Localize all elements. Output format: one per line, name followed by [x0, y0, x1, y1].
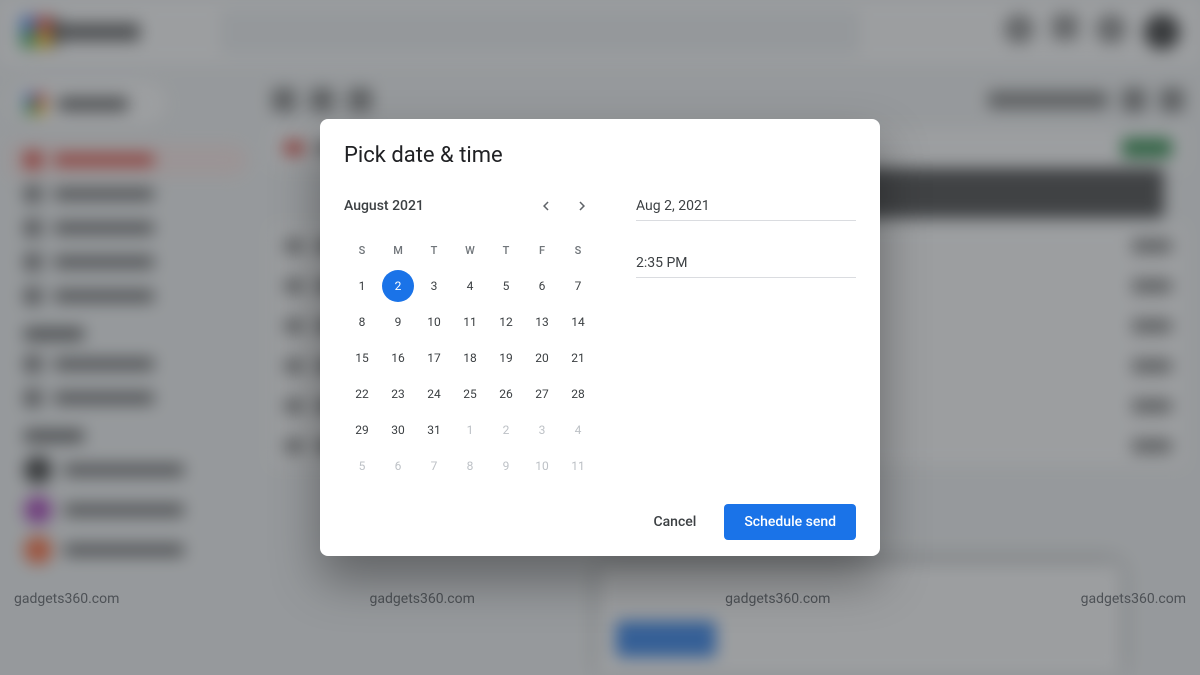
- calendar: August 2021 SMTWTFS123456789101112131415…: [344, 192, 596, 484]
- calendar-day[interactable]: 25: [454, 378, 486, 410]
- calendar-day[interactable]: 14: [562, 306, 594, 338]
- calendar-day[interactable]: 6: [382, 450, 414, 482]
- calendar-day[interactable]: 10: [526, 450, 558, 482]
- calendar-day[interactable]: 6: [526, 270, 558, 302]
- chevron-left-icon: [537, 197, 555, 215]
- calendar-day[interactable]: 5: [346, 450, 378, 482]
- calendar-grid: SMTWTFS123456789101112131415161718192021…: [344, 232, 596, 484]
- calendar-day[interactable]: 26: [490, 378, 522, 410]
- calendar-day[interactable]: 22: [346, 378, 378, 410]
- calendar-day[interactable]: 1: [454, 414, 486, 446]
- chevron-right-icon: [573, 197, 591, 215]
- calendar-dow: F: [524, 232, 560, 268]
- calendar-dow: M: [380, 232, 416, 268]
- calendar-day[interactable]: 3: [418, 270, 450, 302]
- prev-month-button[interactable]: [532, 192, 560, 220]
- calendar-dow: S: [560, 232, 596, 268]
- calendar-dow: W: [452, 232, 488, 268]
- calendar-day[interactable]: 12: [490, 306, 522, 338]
- calendar-day[interactable]: 20: [526, 342, 558, 374]
- calendar-day[interactable]: 8: [346, 306, 378, 338]
- calendar-day[interactable]: 31: [418, 414, 450, 446]
- calendar-day[interactable]: 2: [490, 414, 522, 446]
- calendar-day[interactable]: 10: [418, 306, 450, 338]
- calendar-day[interactable]: 30: [382, 414, 414, 446]
- calendar-day[interactable]: 8: [454, 450, 486, 482]
- calendar-day[interactable]: 5: [490, 270, 522, 302]
- time-input[interactable]: [636, 249, 856, 278]
- calendar-day[interactable]: 17: [418, 342, 450, 374]
- calendar-day[interactable]: 13: [526, 306, 558, 338]
- calendar-day[interactable]: 19: [490, 342, 522, 374]
- calendar-day[interactable]: 15: [346, 342, 378, 374]
- cancel-button[interactable]: Cancel: [633, 504, 716, 540]
- calendar-day[interactable]: 2: [382, 270, 414, 302]
- calendar-day[interactable]: 24: [418, 378, 450, 410]
- dialog-title: Pick date & time: [344, 143, 856, 168]
- calendar-day[interactable]: 4: [454, 270, 486, 302]
- calendar-day[interactable]: 29: [346, 414, 378, 446]
- calendar-day[interactable]: 4: [562, 414, 594, 446]
- calendar-day[interactable]: 11: [562, 450, 594, 482]
- calendar-dow: T: [416, 232, 452, 268]
- date-input[interactable]: [636, 192, 856, 221]
- modal-overlay[interactable]: Pick date & time August 2021 SMTWTFS1234…: [0, 0, 1200, 675]
- calendar-day[interactable]: 1: [346, 270, 378, 302]
- calendar-day[interactable]: 18: [454, 342, 486, 374]
- calendar-day[interactable]: 23: [382, 378, 414, 410]
- schedule-send-button[interactable]: Schedule send: [724, 504, 856, 540]
- next-month-button[interactable]: [568, 192, 596, 220]
- calendar-day[interactable]: 28: [562, 378, 594, 410]
- calendar-day[interactable]: 9: [382, 306, 414, 338]
- calendar-day[interactable]: 7: [562, 270, 594, 302]
- calendar-day[interactable]: 11: [454, 306, 486, 338]
- calendar-day[interactable]: 21: [562, 342, 594, 374]
- calendar-day[interactable]: 7: [418, 450, 450, 482]
- calendar-day[interactable]: 9: [490, 450, 522, 482]
- calendar-month-label: August 2021: [344, 198, 524, 214]
- calendar-day[interactable]: 16: [382, 342, 414, 374]
- calendar-day[interactable]: 27: [526, 378, 558, 410]
- pick-date-time-dialog: Pick date & time August 2021 SMTWTFS1234…: [320, 119, 880, 556]
- calendar-dow: S: [344, 232, 380, 268]
- calendar-day[interactable]: 3: [526, 414, 558, 446]
- calendar-dow: T: [488, 232, 524, 268]
